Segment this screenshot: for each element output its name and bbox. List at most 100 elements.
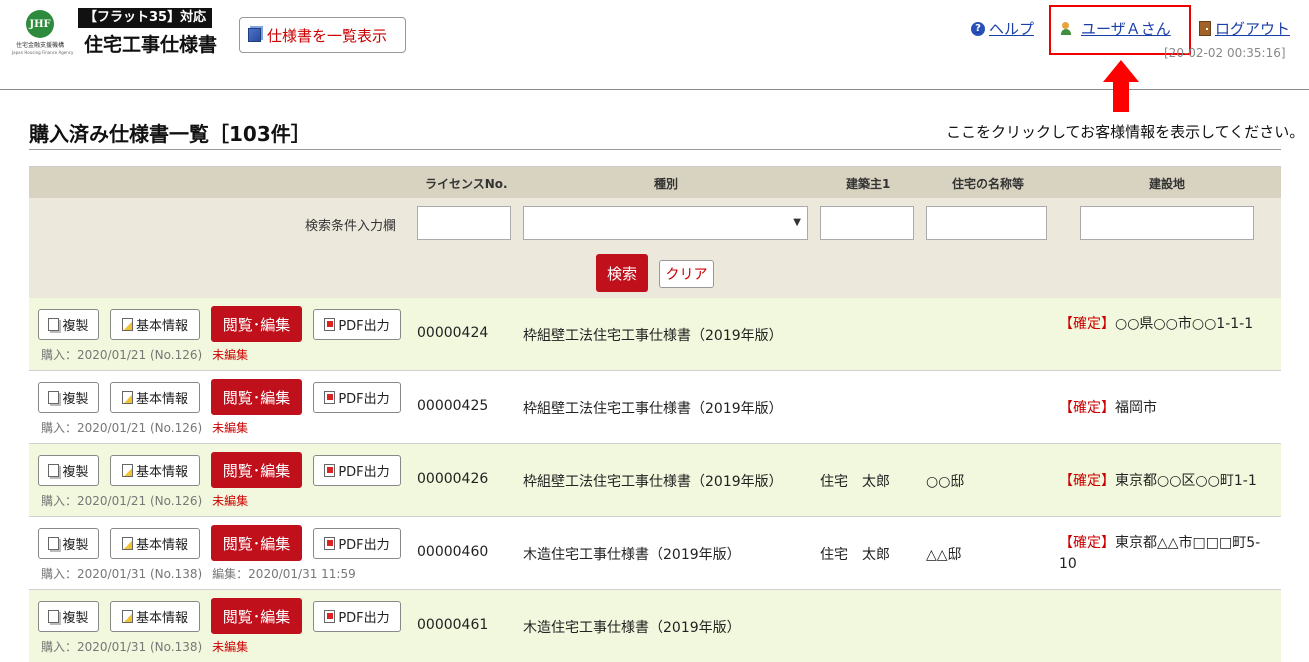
owner-search-input[interactable] [820,206,914,240]
pdf-icon [324,610,336,623]
view-edit-button[interactable]: 閲覧･編集 [211,306,302,342]
pdf-icon [324,391,336,404]
pdf-icon [324,537,336,550]
logout-link[interactable]: ログアウト [1199,18,1290,39]
door-icon [1199,21,1211,36]
copy-button[interactable]: 複製 [38,601,99,632]
view-edit-button[interactable]: 閲覧･編集 [211,379,302,415]
owner-name: 住宅 太郎 [820,474,890,490]
construction-site: 【確定】東京都△△市□□□町5-10 [1059,533,1275,575]
document-edit-icon [121,610,133,623]
copy-icon [48,318,60,331]
table-row: 複製 基本情報 閲覧･編集 PDF出力 購入：2020/01/21 (No.12… [29,371,1281,444]
table-header: ライセンスNo. 種別 建築主1 住宅の名称等 建設地 検索条件入力欄 ▼ 検索… [29,166,1281,298]
col-header-house: 住宅の名称等 [952,177,1025,191]
document-edit-icon [121,537,133,550]
copy-icon [48,610,60,623]
copy-label: 複製 [62,319,89,334]
license-number: 00000461 [417,617,489,633]
col-header-site: 建設地 [1149,177,1186,191]
view-edit-button[interactable]: 閲覧･編集 [211,452,302,488]
basic-info-button[interactable]: 基本情報 [110,601,200,632]
construction-site: 【確定】○○県○○市○○1-1-1 [1059,314,1275,335]
construction-site: 【確定】東京都○○区○○町1-1 [1059,471,1275,492]
user-account-link[interactable]: ユーザＡさん [1061,18,1171,39]
spec-type: 木造住宅工事仕様書（2019年版） [523,620,741,636]
app-title: 住宅工事仕様書 [84,34,218,56]
license-number: 00000460 [417,544,489,560]
edit-state: 編集：2020/01/31 11:59 [212,567,356,581]
purchase-info: 購入：2020/01/31 (No.138) 未編集 [41,638,248,655]
view-edit-button[interactable]: 閲覧･編集 [211,598,302,634]
copy-button[interactable]: 複製 [38,309,99,340]
type-select[interactable]: ▼ [523,206,808,240]
table-row: 複製 基本情報 閲覧･編集 PDF出力 購入：2020/01/21 (No.12… [29,444,1281,517]
purchase-date: 購入：2020/01/31 (No.138) [41,567,203,581]
help-label: ヘルプ [989,20,1035,38]
status-badge: 【確定】 [1059,535,1115,551]
basic-info-button[interactable]: 基本情報 [110,455,200,486]
copy-label: 複製 [62,611,89,626]
col-header-owner: 建築主1 [846,177,891,191]
house-name: △△邸 [926,547,962,563]
spec-type: 枠組壁工法住宅工事仕様書（2019年版） [523,401,783,417]
site-address: 東京都○○区○○町1-1 [1115,473,1257,489]
construction-site: 【確定】福岡市 [1059,398,1275,419]
basic-info-label: 基本情報 [135,392,188,407]
basic-info-button[interactable]: 基本情報 [110,382,200,413]
pdf-output-label: PDF出力 [338,538,390,553]
copy-icon [48,391,60,404]
basic-info-button[interactable]: 基本情報 [110,309,200,340]
copy-button[interactable]: 複製 [38,528,99,559]
site-address: 福岡市 [1115,400,1157,416]
site-search-input[interactable] [1080,206,1254,240]
copy-icon [48,537,60,550]
purchase-date: 購入：2020/01/21 (No.126) [41,348,203,362]
purchase-date: 購入：2020/01/31 (No.138) [41,640,203,654]
purchase-info: 購入：2020/01/21 (No.126) 未編集 [41,492,248,509]
document-edit-icon [121,318,133,331]
pdf-output-button[interactable]: PDF出力 [313,382,401,413]
house-name: ○○邸 [926,474,965,490]
book-icon [248,28,261,42]
house-search-input[interactable] [926,206,1047,240]
view-edit-button[interactable]: 閲覧･編集 [211,525,302,561]
user-name-label: ユーザＡさん [1081,20,1171,38]
copy-button[interactable]: 複製 [38,382,99,413]
login-timestamp: [20-02-02 00:35:16] [1164,46,1286,60]
license-search-input[interactable] [417,206,511,240]
search-button[interactable]: 検索 [596,254,648,292]
show-all-specs-button[interactable]: 仕様書を一覧表示 [239,17,406,53]
copy-icon [48,464,60,477]
purchase-date: 購入：2020/01/21 (No.126) [41,494,203,508]
pdf-output-label: PDF出力 [338,611,390,626]
purchase-info: 購入：2020/01/31 (No.138) 編集：2020/01/31 11:5… [41,565,356,582]
up-arrow-icon [1103,60,1139,112]
logo-org-name-en: Japan Housing Finance Agency [12,50,74,55]
help-link[interactable]: ? ヘルプ [971,18,1034,39]
pdf-output-button[interactable]: PDF出力 [313,528,401,559]
basic-info-label: 基本情報 [135,611,188,626]
pdf-output-button[interactable]: PDF出力 [313,455,401,486]
copy-button[interactable]: 複製 [38,455,99,486]
title-divider [29,149,1281,150]
jhf-logo[interactable]: JHF 住宅金融支援機構 Japan Housing Finance Agenc… [12,10,74,56]
pdf-icon [324,318,336,331]
help-icon: ? [971,21,985,36]
status-badge: 【確定】 [1059,316,1115,332]
pdf-output-label: PDF出力 [338,319,390,334]
basic-info-button[interactable]: 基本情報 [110,528,200,559]
license-number: 00000425 [417,398,489,414]
purchase-date: 購入：2020/01/21 (No.126) [41,421,203,435]
table-row: 複製 基本情報 閲覧･編集 PDF出力 購入：2020/01/21 (No.12… [29,298,1281,371]
spec-table: ライセンスNo. 種別 建築主1 住宅の名称等 建設地 検索条件入力欄 ▼ 検索… [29,166,1281,662]
purchase-info: 購入：2020/01/21 (No.126) 未編集 [41,346,248,363]
copy-label: 複製 [62,392,89,407]
edit-state: 未編集 [212,640,249,654]
pdf-output-button[interactable]: PDF出力 [313,601,401,632]
edit-state: 未編集 [212,494,249,508]
logout-label: ログアウト [1215,20,1291,38]
site-address: ○○県○○市○○1-1-1 [1115,316,1254,332]
pdf-output-button[interactable]: PDF出力 [313,309,401,340]
clear-button[interactable]: クリア [659,260,714,288]
